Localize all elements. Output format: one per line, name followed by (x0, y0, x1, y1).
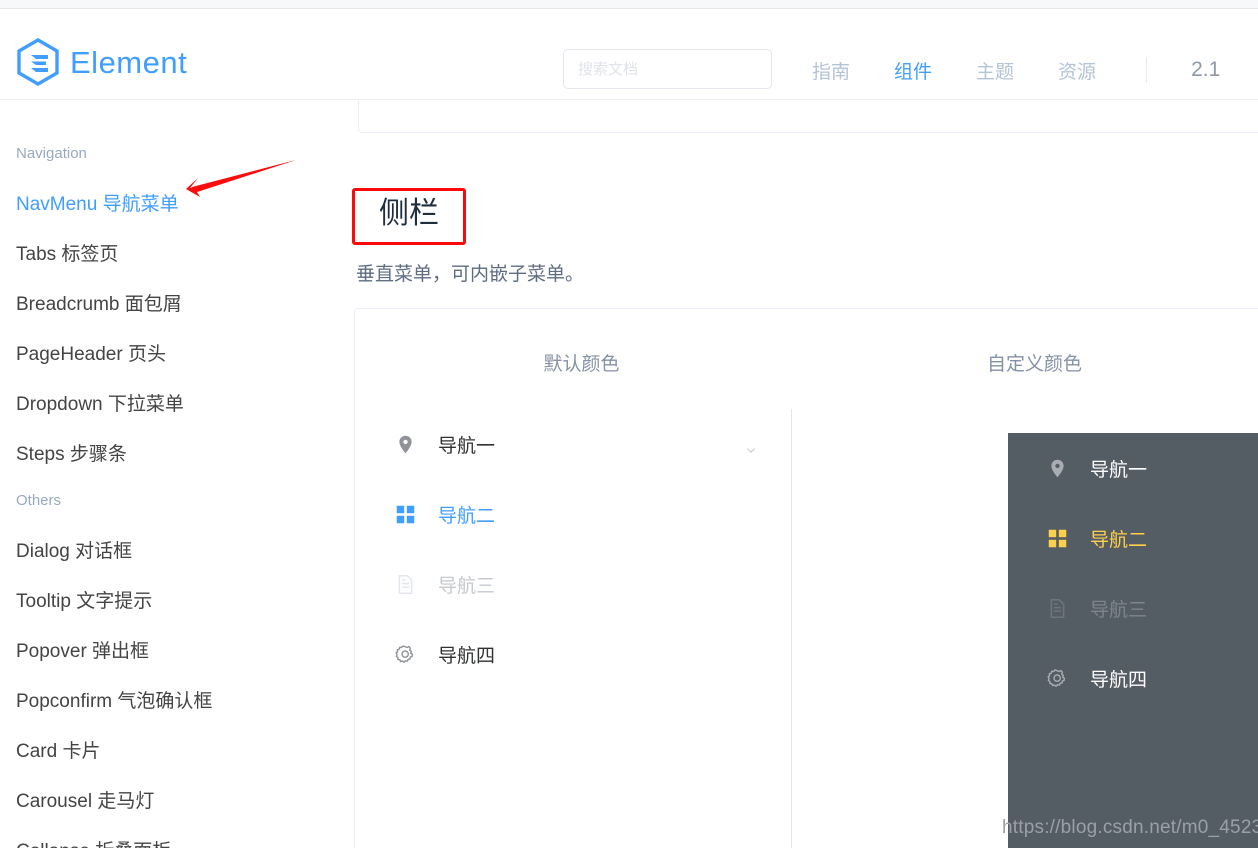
sidebar-group-title-others: Others (16, 492, 62, 509)
menu-item-label: 导航三 (1090, 599, 1148, 621)
sidebar-item-pageheader[interactable]: PageHeader 页头 (0, 330, 350, 380)
menu-item-label: 导航一 (1090, 459, 1148, 481)
search-box[interactable] (563, 49, 772, 89)
sidebar-item-tooltip[interactable]: Tooltip 文字提示 (0, 577, 350, 627)
menu-item-label: 导航三 (438, 575, 496, 597)
setting-gear-icon (1046, 667, 1068, 689)
sidebar-item-popconfirm[interactable]: Popconfirm 气泡确认框 (0, 677, 350, 727)
sidebar-item-tabs[interactable]: Tabs 标签页 (0, 230, 350, 280)
menu-default-color: 导航一 导航二 导航三 导航四 (355, 409, 792, 848)
menu-item-label: 导航四 (438, 645, 496, 667)
menu-item-label: 导航四 (1090, 669, 1148, 691)
sidebar-item-popover[interactable]: Popover 弹出框 (0, 627, 350, 677)
browser-top-strip (0, 0, 1258, 9)
menu-item-label: 导航一 (438, 435, 496, 457)
menu-item-nav-three: 导航三 (355, 549, 791, 619)
section-title-annotated: 侧栏 (352, 188, 466, 245)
menu-grid-icon (394, 503, 416, 525)
element-hexagon-logo-icon (16, 38, 60, 86)
brand-logo-link[interactable]: Element (16, 38, 187, 86)
demo-block: 默认颜色 导航一 导航二 导航三 导航四 自定义颜色 导航一 导航二 导航三 导… (354, 308, 1258, 848)
menu-custom-color: 导航一 导航二 导航三 导航四 (1008, 433, 1258, 848)
sidebar-item-card[interactable]: Card 卡片 (0, 727, 350, 777)
nav-item-theme[interactable]: 主题 (954, 48, 1036, 92)
brand-name: Element (70, 44, 188, 80)
page-title: 侧栏 (352, 188, 466, 245)
main-content: 侧栏 垂直菜单，可内嵌子菜单。 默认颜色 导航一 导航二 导航三 导航四 自定义… (350, 101, 1258, 848)
chevron-down-icon[interactable] (743, 440, 759, 462)
nav-item-guide[interactable]: 指南 (790, 48, 872, 92)
document-icon (394, 573, 416, 595)
menu-item-label: 导航二 (438, 505, 496, 527)
menu-item-nav-four[interactable]: 导航四 (355, 619, 791, 689)
watermark-url: https://blog.csdn.net/m0_45234510 (1002, 817, 1258, 838)
nav-item-resources[interactable]: 资源 (1036, 48, 1118, 92)
menu-item-dark-nav-two[interactable]: 导航二 (1008, 503, 1258, 573)
sidebar-item-navmenu[interactable]: NavMenu 导航菜单 (0, 180, 350, 230)
nav-divider (1146, 57, 1148, 83)
section-description: 垂直菜单，可内嵌子菜单。 (356, 264, 585, 285)
sidebar-group-title-navigation: Navigation (16, 145, 87, 162)
sidebar-item-steps[interactable]: Steps 步骤条 (0, 430, 350, 480)
site-header: Element 指南 组件 主题 资源 2.1 (0, 10, 1258, 100)
menu-item-dark-nav-four[interactable]: 导航四 (1008, 643, 1258, 713)
docs-sidebar[interactable]: Navigation NavMenu 导航菜单 Tabs 标签页 Breadcr… (0, 101, 350, 848)
location-icon (394, 433, 416, 455)
demo-column-default: 默认颜色 导航一 导航二 导航三 导航四 (355, 309, 808, 848)
setting-gear-icon (394, 643, 416, 665)
menu-item-nav-one[interactable]: 导航一 (355, 409, 791, 479)
sidebar-item-collapse[interactable]: Collapse 折叠面板 (0, 827, 350, 848)
document-icon (1046, 597, 1068, 619)
search-input[interactable] (578, 60, 757, 78)
demo-title-custom-color: 自定义颜色 (986, 354, 1082, 375)
location-icon (1046, 457, 1068, 479)
previous-demo-card-tail (358, 101, 1258, 133)
menu-item-dark-nav-one[interactable]: 导航一 (1008, 433, 1258, 503)
sidebar-item-dialog[interactable]: Dialog 对话框 (0, 527, 350, 577)
sidebar-item-breadcrumb[interactable]: Breadcrumb 面包屑 (0, 280, 350, 330)
sidebar-item-carousel[interactable]: Carousel 走马灯 (0, 777, 350, 827)
nav-item-components[interactable]: 组件 (872, 48, 954, 92)
main-nav: 指南 组件 主题 资源 2.1 (790, 48, 1220, 92)
menu-grid-icon (1046, 527, 1068, 549)
menu-item-dark-nav-three: 导航三 (1008, 573, 1258, 643)
sidebar-item-dropdown[interactable]: Dropdown 下拉菜单 (0, 380, 350, 430)
version-selector[interactable]: 2.1 (1153, 58, 1220, 82)
menu-item-nav-two[interactable]: 导航二 (355, 479, 791, 549)
demo-title-default-color: 默认颜色 (543, 354, 620, 375)
menu-item-label: 导航二 (1090, 529, 1148, 551)
